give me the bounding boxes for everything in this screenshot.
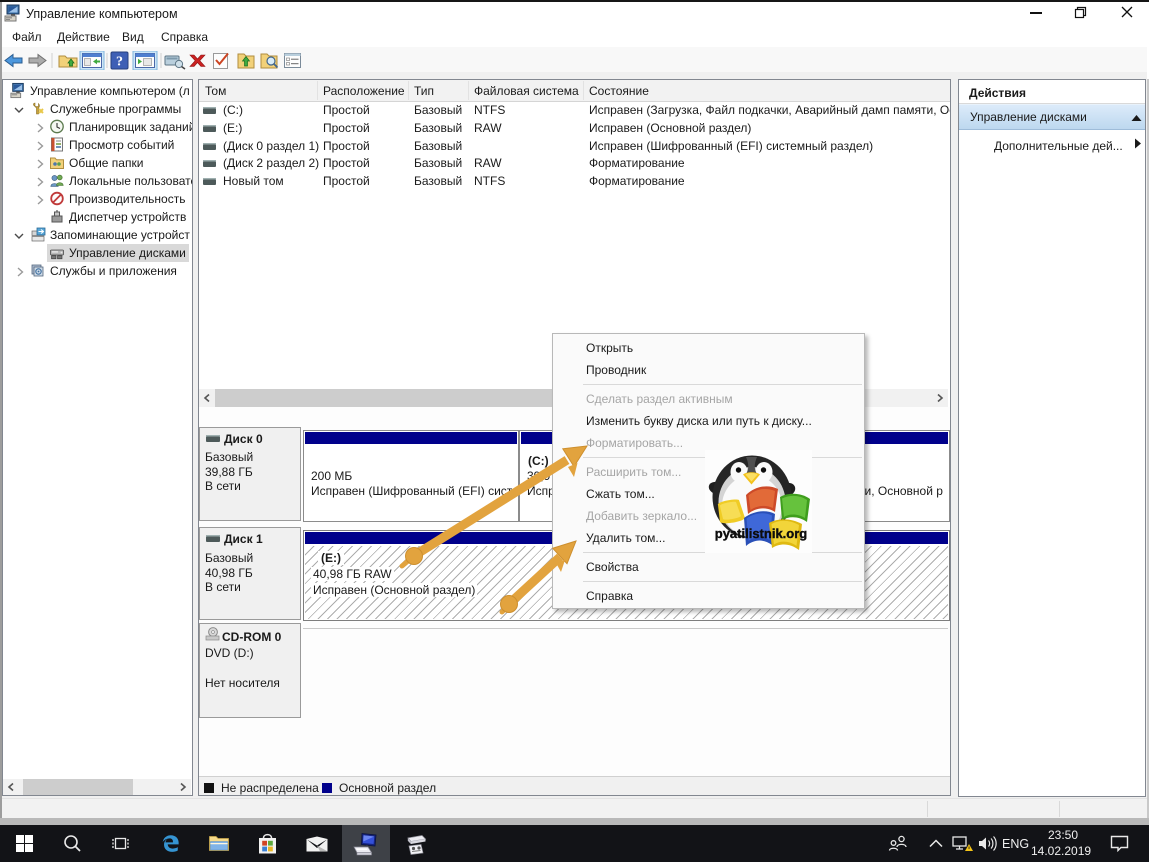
svg-text:pyatilistnik.org: pyatilistnik.org [715,526,808,541]
svg-text:?: ? [116,55,123,70]
